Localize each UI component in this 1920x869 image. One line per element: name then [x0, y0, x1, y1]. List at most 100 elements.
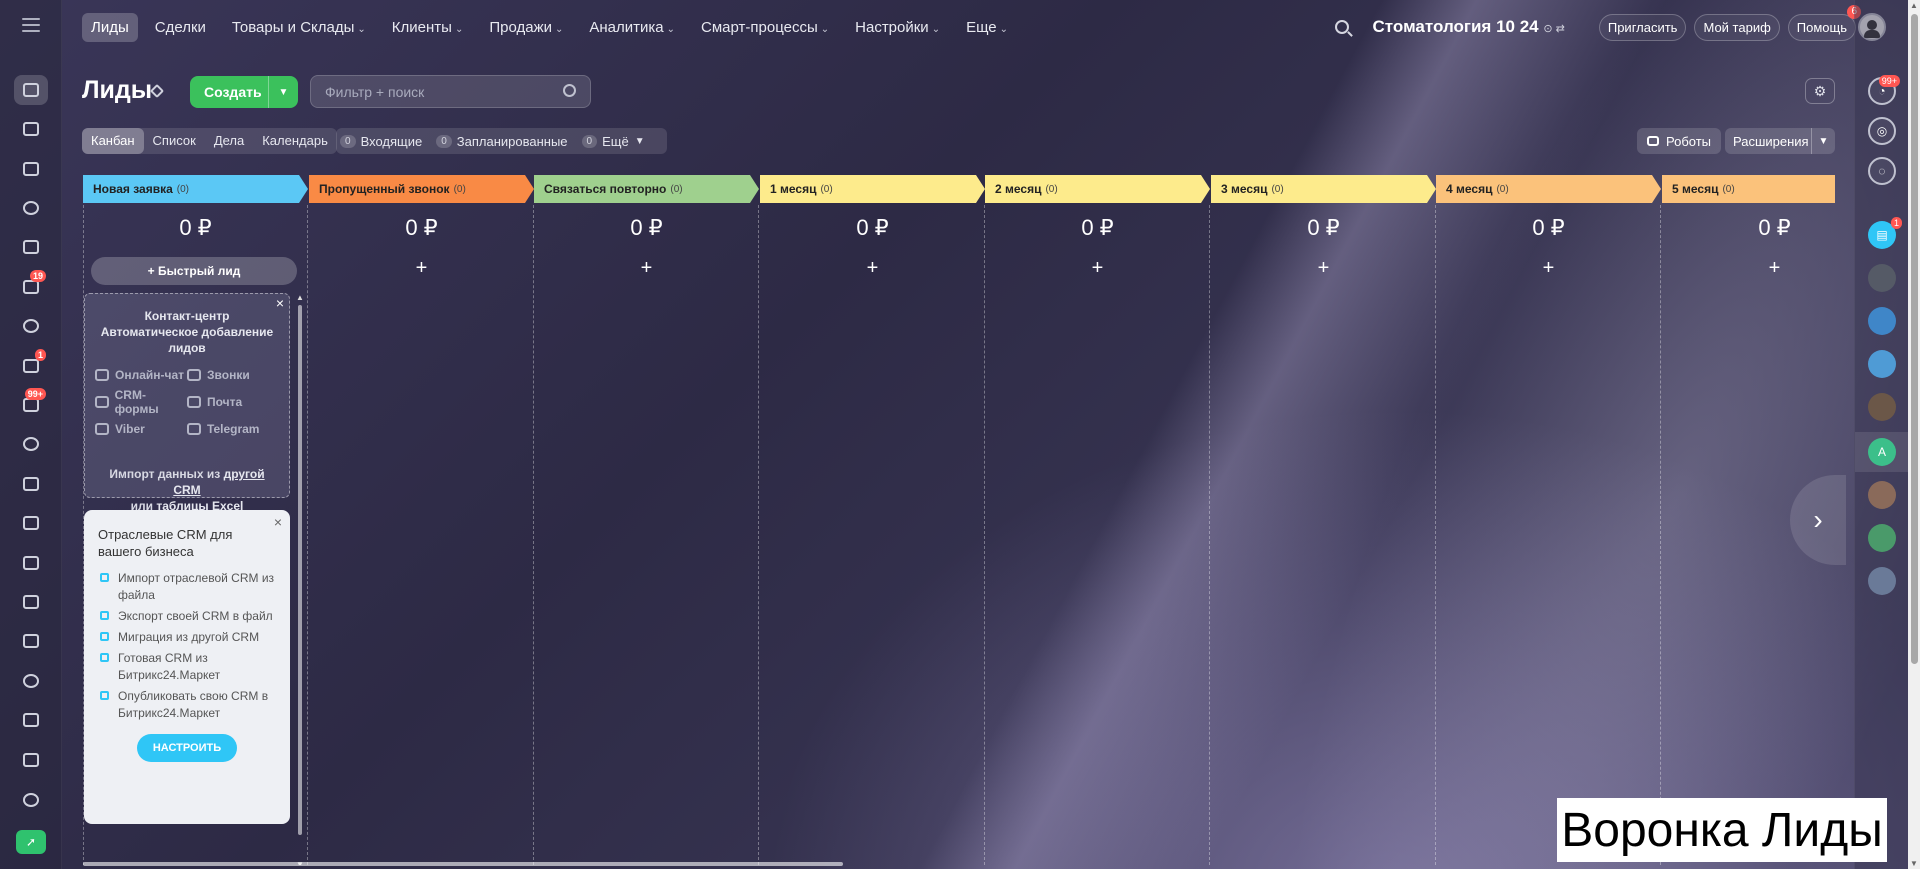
tab-view-0[interactable]: Канбан: [82, 128, 144, 154]
mail-icon[interactable]: [14, 626, 48, 656]
column-header[interactable]: Новая заявка (0): [83, 175, 308, 203]
column-header[interactable]: 5 месяц (0): [1662, 175, 1835, 203]
invite-button[interactable]: Пригласить: [1598, 13, 1687, 41]
employees-icon[interactable]: [14, 666, 48, 696]
crm-icon[interactable]: [14, 75, 48, 105]
list-item[interactable]: Миграция из другой CRM: [98, 629, 276, 646]
channel-item[interactable]: Telegram: [187, 422, 279, 436]
column-header[interactable]: 4 месяц (0): [1436, 175, 1661, 203]
scrollbar-thumb[interactable]: [298, 305, 302, 835]
nav-item-0[interactable]: Лиды: [82, 12, 138, 42]
nav-item-5[interactable]: Аналитика ⌄: [580, 13, 684, 42]
tariff-button[interactable]: Мой тариф: [1694, 13, 1780, 41]
add-lead-button[interactable]: +: [1436, 257, 1661, 280]
add-lead-button[interactable]: +: [1211, 257, 1436, 280]
column-header[interactable]: 3 месяц (0): [1211, 175, 1436, 203]
chevron-down-icon[interactable]: ▼: [268, 76, 298, 108]
filter-search[interactable]: [310, 75, 591, 108]
automation-icon[interactable]: [14, 311, 48, 341]
contact-avatar-3[interactable]: [1868, 350, 1896, 378]
support-chat-icon[interactable]: ◌: [1868, 157, 1896, 185]
robots-button[interactable]: Роботы: [1637, 128, 1722, 154]
counter-0[interactable]: 0 Входящие: [340, 134, 422, 149]
feed-icon[interactable]: 99+: [14, 388, 48, 420]
company-name[interactable]: Стоматология 10 24 ⊙ ⇄: [1373, 17, 1565, 37]
drive-icon[interactable]: [14, 587, 48, 617]
calendar-icon[interactable]: [14, 114, 48, 144]
contact-avatar-6[interactable]: [1868, 524, 1896, 552]
add-lead-button[interactable]: +: [534, 257, 759, 280]
search-input[interactable]: [325, 83, 555, 100]
scroll-up-icon[interactable]: ▲: [296, 293, 304, 302]
add-lead-button[interactable]: +: [760, 257, 985, 280]
channel-item[interactable]: Viber: [95, 422, 187, 436]
support-icon[interactable]: [14, 429, 48, 459]
bell-icon[interactable]: ◔ 99+: [1868, 75, 1900, 105]
contact-avatar-4[interactable]: [1868, 393, 1896, 421]
list-item[interactable]: Экспорт своей CRM в файл: [98, 608, 276, 625]
cart-icon[interactable]: [14, 232, 48, 262]
list-item[interactable]: Готовая CRM из Битрикс24.Маркет: [98, 650, 276, 684]
help-button[interactable]: Помощь 6: [1787, 4, 1861, 41]
counter-2[interactable]: 0 Ещё ▼: [581, 134, 645, 149]
add-lead-button[interactable]: +: [985, 257, 1210, 280]
nav-item-2[interactable]: Товары и Склады ⌄: [223, 13, 375, 42]
tab-view-1[interactable]: Список: [144, 128, 205, 154]
chevron-down-icon[interactable]: ▼: [1811, 128, 1835, 154]
tasks-icon[interactable]: 19: [14, 270, 48, 302]
open-lines-icon[interactable]: ▤ 1: [1868, 217, 1902, 249]
scroll-up-icon[interactable]: ▲: [1910, 1, 1918, 10]
tab-view-3[interactable]: Календарь: [253, 128, 337, 154]
contact-avatar-2[interactable]: [1868, 307, 1896, 335]
column-header[interactable]: 1 месяц (0): [760, 175, 985, 203]
search-icon[interactable]: [563, 84, 576, 97]
horizontal-scrollbar[interactable]: [83, 862, 843, 866]
nav-item-3[interactable]: Клиенты ⌄: [383, 13, 473, 42]
schedule-icon[interactable]: [14, 469, 48, 499]
channel-item[interactable]: Почта: [187, 388, 279, 416]
channel-item[interactable]: CRM-формы: [95, 388, 187, 416]
nav-item-4[interactable]: Продажи ⌄: [480, 13, 572, 42]
list-item[interactable]: Импорт отраслевой CRM из файла: [98, 570, 276, 604]
add-lead-button[interactable]: +: [309, 257, 534, 280]
document-icon[interactable]: [14, 508, 48, 538]
column-header[interactable]: 2 месяц (0): [985, 175, 1210, 203]
nav-item-8[interactable]: Еще ⌄: [957, 13, 1017, 42]
contact-avatar-7[interactable]: [1868, 567, 1896, 595]
close-icon[interactable]: ×: [274, 514, 282, 530]
scroll-down-icon[interactable]: ▼: [1910, 859, 1918, 868]
nav-item-7[interactable]: Настройки ⌄: [846, 13, 949, 42]
channel-item[interactable]: Звонки: [187, 368, 279, 382]
copilot-icon[interactable]: ◎: [1868, 117, 1896, 145]
setup-button[interactable]: НАСТРОИТЬ: [137, 734, 237, 762]
presentation-icon[interactable]: [14, 548, 48, 578]
tab-view-2[interactable]: Дела: [205, 128, 253, 154]
gear-icon[interactable]: ⚙: [1805, 78, 1835, 104]
add-lead-button[interactable]: +: [1662, 257, 1835, 280]
target-icon[interactable]: [14, 193, 48, 223]
scrollbar-thumb[interactable]: [1911, 14, 1918, 664]
column-scrollbar[interactable]: ▲▼: [296, 293, 304, 865]
extensions-button[interactable]: Расширения ▼: [1725, 128, 1835, 154]
column-header[interactable]: Связаться повторно (0): [534, 175, 759, 203]
contact-avatar-letter[interactable]: А: [1868, 438, 1896, 466]
column-header[interactable]: Пропущенный звонок (0): [309, 175, 534, 203]
create-button[interactable]: Создать ▼: [190, 76, 298, 108]
contact-avatar-5[interactable]: [1868, 481, 1896, 509]
quick-lead-button[interactable]: + Быстрый лид: [91, 257, 297, 285]
contact-avatar-1[interactable]: [1868, 264, 1896, 292]
nav-item-6[interactable]: Смарт-процессы ⌄: [692, 13, 838, 42]
list-item[interactable]: Опубликовать свою CRM в Битрикс24.Маркет: [98, 688, 276, 722]
close-icon[interactable]: ×: [276, 295, 284, 311]
store-icon[interactable]: [14, 154, 48, 184]
nav-item-1[interactable]: Сделки: [146, 13, 215, 42]
chat-icon[interactable]: 1: [14, 349, 48, 381]
vertical-scrollbar[interactable]: ▲ ▼: [1908, 0, 1920, 869]
settings-icon[interactable]: [14, 785, 48, 815]
channel-item[interactable]: Онлайн-чат: [95, 368, 187, 382]
rocket-icon[interactable]: ➚: [16, 830, 46, 854]
search-icon[interactable]: [1334, 20, 1349, 34]
menu-icon[interactable]: [22, 18, 40, 36]
counter-1[interactable]: 0 Запланированные: [436, 134, 568, 149]
analytics-icon[interactable]: [14, 705, 48, 735]
